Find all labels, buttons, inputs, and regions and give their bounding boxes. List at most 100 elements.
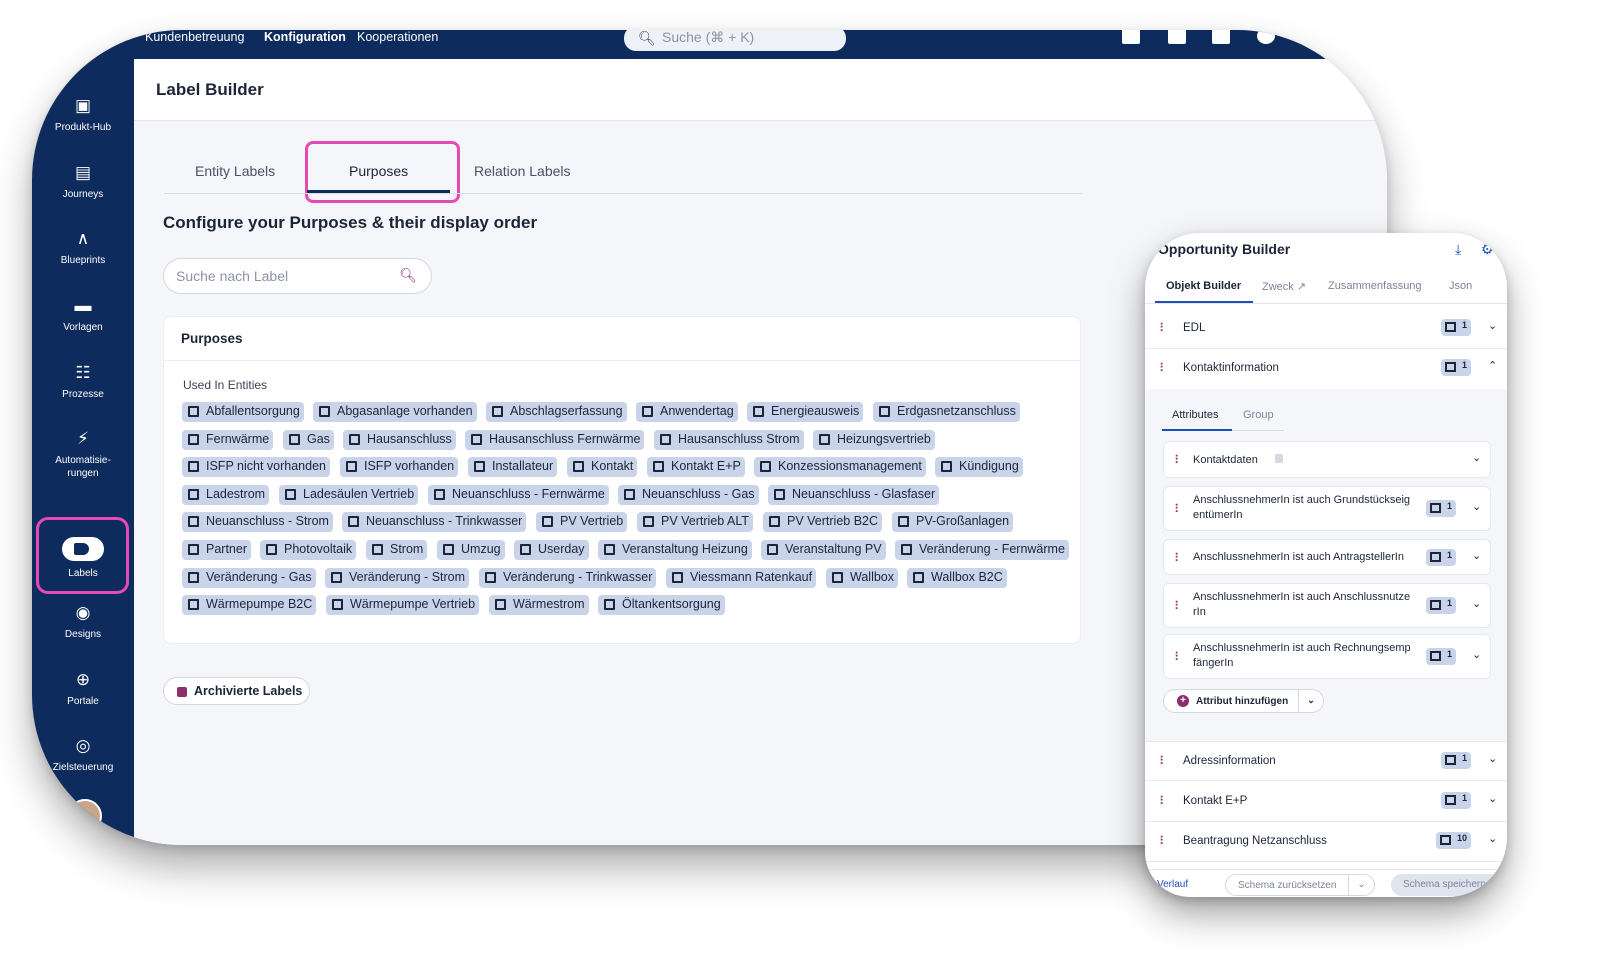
chevron-down-icon[interactable]: ⌄ <box>1472 451 1481 464</box>
purpose-chip[interactable]: Energieausweis <box>747 402 864 422</box>
purpose-chip[interactable]: Kontakt <box>567 457 638 478</box>
sidebar-item-journeys[interactable]: ▤ Journeys <box>32 164 134 201</box>
purpose-chip[interactable]: Kündigung <box>935 457 1023 478</box>
purpose-chip[interactable]: Veranstaltung Heizung <box>598 540 752 560</box>
archived-labels-button[interactable]: Archivierte Labels <box>163 677 310 705</box>
chevron-down-icon[interactable]: ⌄ <box>1488 832 1497 845</box>
purpose-chip[interactable]: Hausanschluss <box>343 429 456 450</box>
chevron-down-icon[interactable]: ⌄ <box>1348 875 1374 895</box>
sidebar-item-designs[interactable]: ◉ Designs <box>32 604 134 641</box>
history-link[interactable]: Verlauf <box>1157 879 1188 890</box>
nav-konfiguration[interactable]: Konfiguration <box>264 30 346 44</box>
purpose-chip[interactable]: Veränderung - Strom <box>325 567 470 588</box>
sidebar-item-prozesse[interactable]: ☷ Prozesse <box>32 364 134 401</box>
chevron-down-icon[interactable]: ⌄ <box>1472 500 1481 513</box>
tab-entity-labels[interactable]: Entity Labels <box>195 163 275 179</box>
tab-json[interactable]: Json <box>1449 280 1472 292</box>
purpose-chip[interactable]: Erdgasnetzanschluss <box>873 402 1020 422</box>
purpose-chip[interactable]: Neuanschluss - Gas <box>618 484 759 505</box>
purpose-chip[interactable]: Wärmestrom <box>489 595 589 616</box>
nav-kooperationen[interactable]: Kooperationen <box>357 30 438 44</box>
purpose-chip[interactable]: Gas <box>283 429 334 450</box>
save-schema-button[interactable]: Schema speichern <box>1391 874 1507 896</box>
purpose-chip[interactable]: Strom <box>366 540 428 560</box>
purpose-chip[interactable]: Hausanschluss Strom <box>654 429 804 450</box>
object-row-kontakt-ep[interactable]: ⠇ Kontakt E+P 1 ⌄ <box>1145 782 1507 822</box>
sidebar-item-zielsteuerung[interactable]: ◎ Zielsteuerung <box>32 737 134 774</box>
drag-handle-icon[interactable]: ⠇ <box>1174 502 1183 516</box>
tab-group[interactable]: Group <box>1243 409 1274 421</box>
chevron-down-icon[interactable]: ⌄ <box>1472 597 1481 610</box>
purpose-chip[interactable]: Ladestrom <box>182 484 270 505</box>
chevron-down-icon[interactable]: ⌄ <box>1488 792 1497 805</box>
global-search-input[interactable]: 🔍︎ Suche (⌘ + K) <box>624 30 846 51</box>
purpose-chip[interactable]: Wärmepumpe B2C <box>182 595 317 616</box>
chat-icon[interactable] <box>1168 30 1186 44</box>
chevron-down-icon[interactable]: ⌄ <box>1472 648 1481 661</box>
chevron-down-icon[interactable]: ⌄ <box>1488 752 1497 765</box>
drag-handle-icon[interactable]: ⠇ <box>1174 453 1183 467</box>
attribute-card-antragsteller[interactable]: ⠇ AnschlussnehmerIn ist auch Antragstell… <box>1163 539 1491 575</box>
purpose-chip[interactable]: Abschlagserfassung <box>486 402 627 422</box>
purpose-chip[interactable]: ISFP vorhanden <box>340 457 459 478</box>
purpose-chip[interactable]: Veränderung - Fernwärme <box>895 540 1069 560</box>
add-attribute-button[interactable]: + Attribut hinzufügen ⌄ <box>1163 689 1324 713</box>
purpose-chip[interactable]: Konzessionsmanagement <box>754 457 926 478</box>
sidebar-item-labels[interactable]: Labels <box>32 537 134 580</box>
purpose-chip[interactable]: Kontakt E+P <box>647 457 745 478</box>
object-row-beantragung-netzanschluss[interactable]: ⠇ Beantragung Netzanschluss 10 ⌄ <box>1145 822 1507 862</box>
attribute-card-kontaktdaten[interactable]: ⠇ Kontaktdaten ⌄ <box>1163 441 1491 478</box>
sidebar-item-portale[interactable]: ⊕ Portale <box>32 671 134 708</box>
purpose-chip[interactable]: Umzug <box>437 540 505 560</box>
settings-gear-icon[interactable] <box>1257 30 1275 44</box>
purpose-chip[interactable]: Abgasanlage vorhanden <box>313 402 477 422</box>
sidebar-item-automatisierungen[interactable]: ⚡︎ Automatisie-rungen <box>32 430 134 480</box>
purpose-chip[interactable]: Ladesäulen Vertrieb <box>279 484 419 505</box>
gear-icon[interactable]: ⚙︎ <box>1481 241 1494 258</box>
purpose-chip[interactable]: Neuanschluss - Trinkwasser <box>342 512 527 533</box>
sidebar-item-vorlagen[interactable]: ▬ Vorlagen <box>32 297 134 334</box>
purpose-chip[interactable]: Neuanschluss - Fernwärme <box>428 484 609 505</box>
chevron-down-icon[interactable]: ⌄ <box>1472 549 1481 562</box>
tab-relation-labels[interactable]: Relation Labels <box>474 163 571 179</box>
purpose-chip[interactable]: PV Vertrieb <box>536 512 628 533</box>
object-row-adressinformation[interactable]: ⠇ Adressinformation 1 ⌄ <box>1145 741 1507 781</box>
purpose-chip[interactable]: Viessmann Ratenkauf <box>666 567 817 588</box>
purpose-chip[interactable]: Abfallentsorgung <box>182 402 304 422</box>
label-search-input[interactable]: Suche nach Label 🔍︎ <box>163 258 432 294</box>
mail-icon[interactable] <box>1122 30 1140 44</box>
drag-handle-icon[interactable]: ⠇ <box>1174 599 1183 613</box>
attribute-card-rechnungsempfaenger[interactable]: ⠇ AnschlussnehmerIn ist auch Rechnungsem… <box>1163 634 1491 679</box>
purpose-chip[interactable]: Neuanschluss - Glasfaser <box>768 484 940 505</box>
purpose-chip[interactable]: Heizungsvertrieb <box>813 429 935 450</box>
purpose-chip[interactable]: ISFP nicht vorhanden <box>182 457 330 478</box>
sidebar-item-blueprints[interactable]: ∧ Blueprints <box>32 230 134 267</box>
tab-purposes[interactable]: Purposes <box>349 163 408 179</box>
search-icon[interactable]: 🔍︎ <box>399 267 417 284</box>
purpose-chip[interactable]: Veränderung - Trinkwasser <box>479 567 657 588</box>
object-row-kontaktinformation[interactable]: ⠇ Kontaktinformation 1 ⌃ <box>1145 349 1507 389</box>
chevron-down-icon[interactable]: ⌄ <box>1488 319 1497 332</box>
purpose-chip[interactable]: Anwendertag <box>636 402 738 422</box>
tab-objekt-builder[interactable]: Objekt Builder <box>1166 280 1241 292</box>
purpose-chip[interactable]: Veränderung - Gas <box>182 567 316 588</box>
object-row-edl[interactable]: ⠇ EDL 1 ⌄ <box>1145 309 1507 349</box>
purpose-chip[interactable]: Öltankentsorgung <box>598 595 725 616</box>
tab-zusammenfassung[interactable]: Zusammenfassung <box>1328 280 1422 292</box>
purpose-chip[interactable]: Installateur <box>468 457 558 478</box>
drag-handle-icon[interactable]: ⠇ <box>1174 551 1183 565</box>
calendar-icon[interactable] <box>1212 30 1230 44</box>
drag-handle-icon[interactable]: ⠇ <box>1159 361 1168 375</box>
drag-handle-icon[interactable]: ⠇ <box>1159 794 1168 808</box>
purpose-chip[interactable]: Neuanschluss - Strom <box>182 512 333 533</box>
sidebar-item-produkt-hub[interactable]: ▣ Produkt-Hub <box>32 97 134 134</box>
drag-handle-icon[interactable]: ⠇ <box>1174 650 1183 664</box>
attribute-card-anschlussnutzer[interactable]: ⠇ AnschlussnehmerIn ist auch Anschlussnu… <box>1163 583 1491 628</box>
nav-kundenbetreuung[interactable]: Kundenbetreuung <box>145 30 244 44</box>
purpose-chip[interactable]: PV Vertrieb ALT <box>637 512 754 533</box>
chevron-down-icon[interactable]: ⌄ <box>1298 690 1323 712</box>
purpose-chip[interactable]: Photovoltaik <box>260 540 357 560</box>
purpose-chip[interactable]: Wärmepumpe Vertrieb <box>326 595 480 616</box>
chevron-up-icon[interactable]: ⌃ <box>1488 359 1497 372</box>
download-icon[interactable]: ⤓ <box>1455 241 1461 258</box>
